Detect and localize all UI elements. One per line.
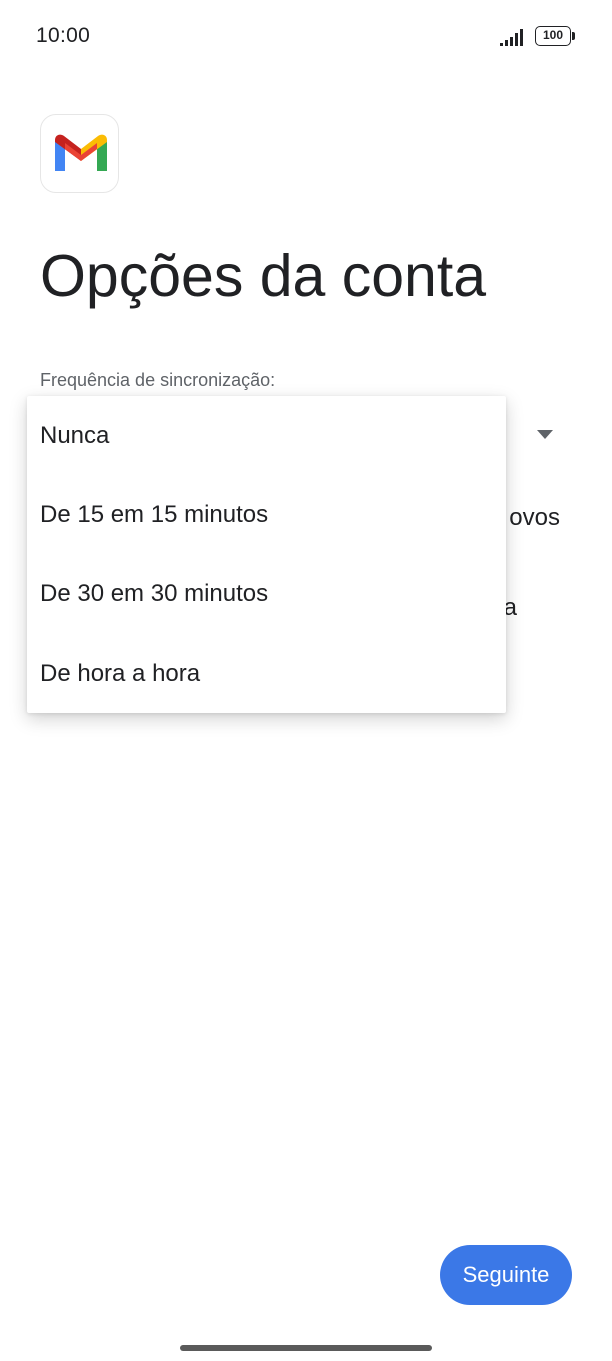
menu-option-30-minutes[interactable]: De 30 em 30 minutos <box>27 554 506 633</box>
home-indicator[interactable] <box>180 1345 432 1351</box>
sync-frequency-menu: Nunca De 15 em 15 minutos De 30 em 30 mi… <box>27 396 506 713</box>
battery-icon: 100 <box>535 26 571 46</box>
gmail-logo-icon <box>55 134 107 171</box>
page-title: Opções da conta <box>40 243 487 309</box>
gmail-logo <box>40 114 119 193</box>
status-bar: 10:00 100 <box>0 0 612 76</box>
menu-option-15-minutes[interactable]: De 15 em 15 minutos <box>27 475 506 554</box>
menu-option-never[interactable]: Nunca <box>27 396 506 475</box>
menu-option-hourly[interactable]: De hora a hora <box>27 634 506 713</box>
battery-tip <box>572 32 575 40</box>
sync-frequency-label: Frequência de sincronização: <box>40 370 276 390</box>
dropdown-arrow-icon[interactable] <box>537 430 553 439</box>
next-button[interactable]: Seguinte <box>440 1245 572 1305</box>
status-time: 10:00 <box>36 24 91 47</box>
cellular-signal-icon <box>500 27 530 47</box>
